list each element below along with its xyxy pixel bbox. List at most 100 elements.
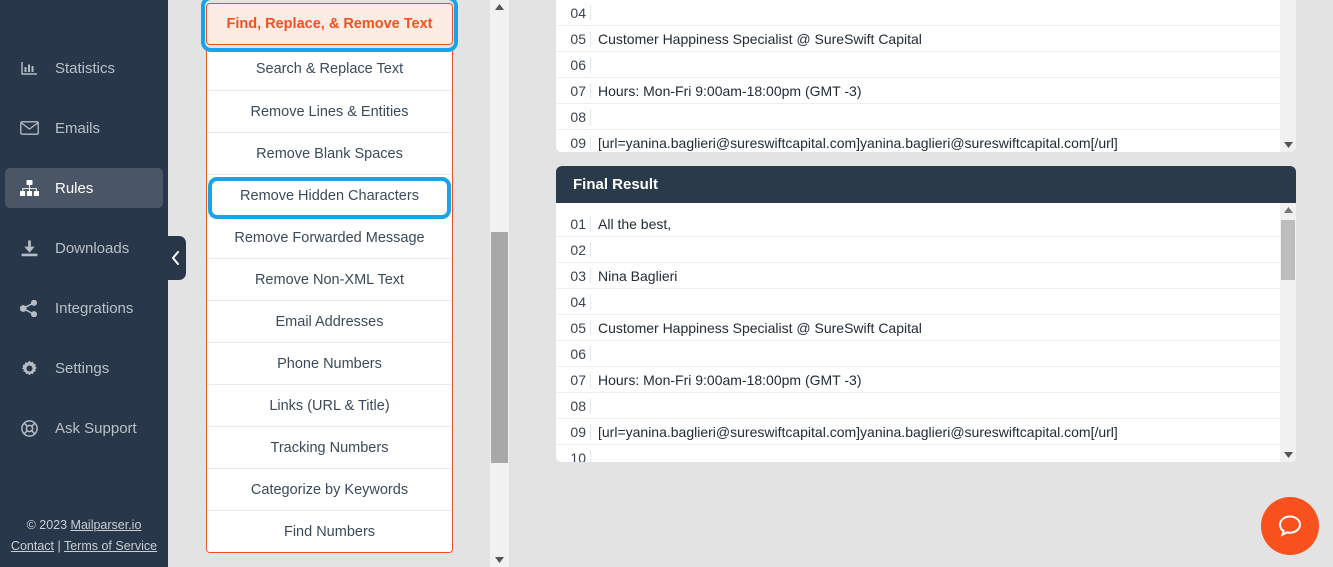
line-number: 05 — [556, 30, 591, 47]
code-line: 06 — [556, 52, 1296, 78]
help-beacon-button[interactable] — [1261, 497, 1319, 555]
code-line: 01 All the best, — [556, 211, 1296, 237]
line-number: 08 — [556, 397, 591, 414]
line-text: Nina Baglieri — [598, 267, 678, 284]
code-line: 04 — [556, 0, 1296, 26]
chevron-left-icon — [171, 251, 180, 265]
line-text: Customer Happiness Specialist @ SureSwif… — [598, 30, 922, 47]
dropdown-item[interactable]: Links (URL & Title) — [207, 384, 452, 426]
sidebar-footer: © 2023 Mailparser.io Contact | Terms of … — [0, 515, 168, 557]
source-text-panel: 04 05 Customer Happiness Specialist @ Sure… — [556, 0, 1296, 152]
final-result-panel: Final Result 01 All the best, 02 03 Nina Bag… — [556, 166, 1296, 462]
sidebar-item-integrations[interactable]: Integrations — [5, 288, 163, 328]
dropdown-item[interactable]: Remove Hidden Characters — [207, 174, 452, 216]
copyright-text: © 2023 — [26, 518, 71, 532]
menu-scrollbar[interactable] — [490, 0, 509, 567]
footer-links: Contact | Terms of Service — [0, 536, 168, 557]
source-panel-scrollbar[interactable] — [1280, 0, 1296, 152]
line-number: 07 — [556, 371, 591, 388]
line-number: 10 — [556, 449, 591, 462]
line-number: 02 — [556, 241, 591, 258]
dropdown-item[interactable]: Tracking Numbers — [207, 426, 452, 468]
dropdown-item[interactable]: Categorize by Keywords — [207, 468, 452, 510]
dropdown-item[interactable]: Remove Forwarded Message — [207, 216, 452, 258]
dropdown-item[interactable]: Search & Replace Text — [207, 48, 452, 90]
code-line: 07 Hours: Mon-Fri 9:00am-18:00pm (GMT -3) — [556, 78, 1296, 104]
sidebar-item-label: Statistics — [55, 59, 116, 77]
contact-link[interactable]: Contact — [11, 539, 54, 553]
sitemap-icon — [18, 178, 40, 198]
sidebar-nav: Statistics Emails Rules Downloads Integr… — [0, 48, 168, 468]
line-text: [url=yanina.baglieri@sureswiftcapital.co… — [598, 134, 1118, 151]
brand-link[interactable]: Mailparser.io — [71, 518, 142, 532]
line-number: 03 — [556, 267, 591, 284]
scrollbar-thumb[interactable] — [491, 232, 508, 463]
download-icon — [18, 238, 40, 258]
dropdown-item-list: Search & Replace Text Remove Lines & Enti… — [206, 48, 453, 553]
dropdown-header-wrap: Find, Replace, & Remove Text — [206, 0, 453, 48]
line-number: 06 — [556, 345, 591, 362]
scroll-down-arrow-icon[interactable] — [1280, 138, 1296, 152]
share-nodes-icon — [18, 298, 40, 318]
sidebar-item-rules[interactable]: Rules — [5, 168, 163, 208]
source-code-lines: 04 05 Customer Happiness Specialist @ Sure… — [556, 0, 1296, 152]
sidebar-item-emails[interactable]: Emails — [5, 108, 163, 148]
code-line: 05 Customer Happiness Specialist @ SureSw… — [556, 26, 1296, 52]
dropdown-item[interactable]: Remove Blank Spaces — [207, 132, 452, 174]
line-number: 01 — [556, 215, 591, 232]
sidebar-item-downloads[interactable]: Downloads — [5, 228, 163, 268]
code-line: 03 Nina Baglieri — [556, 263, 1296, 289]
code-line: 02 — [556, 237, 1296, 263]
sidebar-item-label: Integrations — [55, 299, 134, 317]
line-text: Customer Happiness Specialist @ SureSwif… — [598, 319, 922, 336]
sidebar-item-label: Ask Support — [55, 419, 137, 437]
envelope-icon — [18, 118, 40, 138]
sidebar-item-label: Emails — [55, 119, 101, 137]
line-number: 05 — [556, 319, 591, 336]
scroll-down-arrow-icon[interactable] — [490, 553, 509, 567]
code-line: 05 Customer Happiness Specialist @ SureSw… — [556, 315, 1296, 341]
line-number: 04 — [556, 293, 591, 310]
line-number: 09 — [556, 134, 591, 151]
scroll-up-arrow-icon[interactable] — [1280, 203, 1296, 217]
dropdown-item[interactable]: Find Numbers — [207, 510, 452, 552]
line-number: 09 — [556, 423, 591, 440]
app-root: Statistics Emails Rules Downloads Integr… — [0, 0, 1333, 567]
code-line: 09 [url=yanina.baglieri@sureswiftcapital.… — [556, 419, 1296, 445]
final-result-code-lines: 01 All the best, 02 03 Nina Baglieri 04 05 Cust… — [556, 203, 1296, 462]
collapse-sidebar-button[interactable] — [164, 236, 186, 280]
code-line: 04 — [556, 289, 1296, 315]
line-text: Hours: Mon-Fri 9:00am-18:00pm (GMT -3) — [598, 82, 862, 99]
line-number: 04 — [556, 4, 591, 21]
footer-separator: | — [54, 539, 64, 553]
sidebar: Statistics Emails Rules Downloads Integr… — [0, 0, 168, 567]
final-result-scrollbar[interactable] — [1280, 203, 1296, 462]
dropdown-item[interactable]: Email Addresses — [207, 300, 452, 342]
scroll-down-arrow-icon[interactable] — [1280, 448, 1296, 462]
code-line: 10 — [556, 445, 1296, 462]
line-text: Hours: Mon-Fri 9:00am-18:00pm (GMT -3) — [598, 371, 862, 388]
sidebar-item-label: Settings — [55, 359, 110, 377]
code-line: 09 [url=yanina.baglieri@sureswiftcapital.… — [556, 130, 1296, 152]
code-line: 08 — [556, 393, 1296, 419]
dropdown-item[interactable]: Remove Lines & Entities — [207, 90, 452, 132]
dropdown-item[interactable]: Remove Non-XML Text — [207, 258, 452, 300]
gear-icon — [18, 358, 40, 378]
life-ring-icon — [18, 418, 40, 438]
line-text: All the best, — [598, 215, 672, 232]
line-number: 07 — [556, 82, 591, 99]
code-line: 06 — [556, 341, 1296, 367]
sidebar-item-label: Rules — [55, 179, 94, 197]
sidebar-item-ask-support[interactable]: Ask Support — [5, 408, 163, 448]
sidebar-item-settings[interactable]: Settings — [5, 348, 163, 388]
sidebar-item-label: Downloads — [55, 239, 130, 257]
terms-link[interactable]: Terms of Service — [64, 539, 157, 553]
sidebar-item-statistics[interactable]: Statistics — [5, 48, 163, 88]
dropdown-header-button[interactable]: Find, Replace, & Remove Text — [206, 3, 453, 45]
scrollbar-thumb[interactable] — [1281, 220, 1295, 280]
line-text: [url=yanina.baglieri@sureswiftcapital.co… — [598, 423, 1118, 440]
dropdown-item[interactable]: Phone Numbers — [207, 342, 452, 384]
scroll-up-arrow-icon[interactable] — [490, 0, 509, 14]
code-line: 07 Hours: Mon-Fri 9:00am-18:00pm (GMT -3) — [556, 367, 1296, 393]
chat-bubble-icon — [1275, 511, 1305, 541]
